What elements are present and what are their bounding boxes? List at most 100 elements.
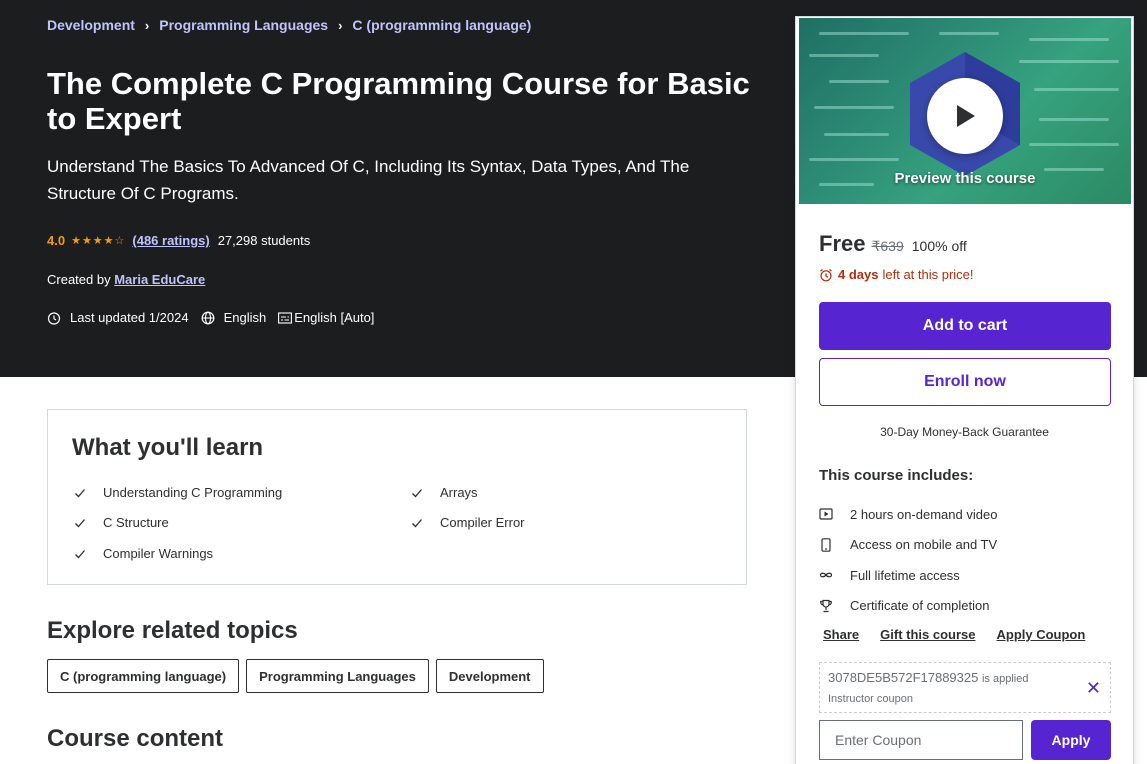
learn-item-text: Arrays	[440, 485, 478, 500]
check-icon	[412, 488, 422, 497]
discount-percent: 100% off	[911, 238, 967, 254]
what-you-learn: What you'll learn Understanding C Progra…	[47, 409, 747, 585]
preview-code-line	[1029, 38, 1109, 41]
alarm-clock-icon	[47, 311, 61, 325]
preview-code-line	[1039, 118, 1109, 121]
apply-button[interactable]: Apply	[1031, 720, 1111, 760]
captions-text: English [Auto]	[294, 310, 375, 325]
share-button[interactable]: Share	[823, 627, 859, 642]
price-row: Free ₹639 100% off	[819, 231, 967, 257]
created-by: Created by Maria EduCare	[47, 272, 205, 287]
rating-row: 4.0 ★★★★☆ (486 ratings) 27,298 students	[47, 233, 310, 248]
includes-list: 2 hours on-demand video Access on mobile…	[819, 499, 997, 621]
topic-c-language[interactable]: C (programming language)	[47, 659, 240, 693]
apply-coupon-link[interactable]: Apply Coupon	[997, 627, 1086, 642]
coupon-code-value: 3078DE5B572F17889325	[828, 670, 979, 685]
course-meta: Last updated 1/2024 English English [Aut…	[47, 310, 386, 325]
breadcrumb-development[interactable]: Development	[47, 17, 135, 33]
check-icon	[75, 549, 85, 558]
include-mobile-text: Access on mobile and TV	[850, 537, 998, 553]
preview-code-line	[1034, 88, 1119, 91]
close-icon[interactable]: ✕	[1086, 678, 1101, 699]
related-topics-title: Explore related topics	[47, 617, 298, 644]
list-item: Compiler Warnings	[74, 546, 213, 561]
timer-days: 4 days	[838, 267, 879, 282]
course-subtitle: Understand The Basics To Advanced Of C, …	[47, 157, 690, 203]
learn-title: What you'll learn	[72, 434, 264, 461]
page-title: The Complete C Programming Course for Ba…	[47, 66, 750, 136]
learn-item-text: Compiler Warnings	[103, 546, 214, 561]
breadcrumb: Development › Programming Languages › C …	[47, 17, 531, 33]
learn-item-text: Compiler Error	[440, 515, 525, 530]
timer-text: left at this price!	[882, 267, 974, 282]
check-icon	[75, 518, 85, 527]
card-actions: Share Gift this course Apply Coupon	[823, 627, 1106, 642]
list-item: Access on mobile and TV	[819, 530, 997, 561]
breadcrumb-c-language[interactable]: C (programming language)	[352, 17, 531, 33]
check-icon	[75, 488, 85, 497]
list-item: 2 hours on-demand video	[819, 499, 997, 530]
preview-code-line	[829, 80, 889, 83]
captions-icon	[278, 311, 293, 324]
star-rating-icon: ★★★★☆	[71, 235, 126, 247]
alarm-icon	[820, 268, 832, 281]
language: English	[201, 310, 267, 325]
preview-code-line	[819, 32, 909, 35]
captions: English [Auto]	[278, 310, 374, 325]
applied-coupon: 3078DE5B572F17889325 is applied Instruct…	[819, 662, 1111, 713]
list-item: Understanding C Programming	[74, 485, 282, 500]
price-timer: 4 days left at this price!	[819, 267, 974, 282]
check-icon	[412, 518, 422, 527]
learn-item-text: Understanding C Programming	[103, 485, 283, 500]
language-text: English	[223, 310, 267, 325]
preview-code-line	[1029, 143, 1119, 146]
chevron-right-icon: ›	[144, 17, 150, 33]
created-by-label: Created by	[47, 272, 111, 287]
include-lifetime-text: Full lifetime access	[850, 567, 960, 583]
list-item: C Structure	[74, 515, 169, 530]
preview-code-line	[809, 54, 879, 57]
topic-programming-languages[interactable]: Programming Languages	[246, 659, 429, 693]
video-icon	[819, 508, 833, 520]
include-video-text: 2 hours on-demand video	[850, 506, 998, 522]
preview-code-line	[814, 106, 894, 109]
purchase-card: Preview this course Free ₹639 100% off 4…	[795, 16, 1134, 764]
preview-label: Preview this course	[894, 170, 1036, 187]
list-item: Compiler Error	[411, 515, 525, 530]
list-item: Arrays	[411, 485, 478, 500]
course-preview[interactable]: Preview this course	[799, 18, 1131, 204]
original-price: ₹639	[871, 238, 904, 254]
list-item: Full lifetime access	[819, 560, 997, 591]
add-to-cart-button[interactable]: Add to cart	[819, 302, 1111, 350]
preview-code-line	[809, 158, 899, 161]
coupon-applied-text: is applied	[981, 673, 1029, 685]
course-page: Development › Programming Languages › C …	[0, 0, 1147, 764]
enroll-now-button[interactable]: Enroll now	[819, 358, 1111, 406]
play-icon	[957, 105, 975, 127]
preview-code-line	[1019, 60, 1119, 63]
current-price: Free	[819, 231, 866, 256]
preview-code-line	[824, 133, 889, 136]
instructor-link[interactable]: Maria EduCare	[114, 272, 205, 287]
include-certificate-text: Certificate of completion	[850, 598, 990, 614]
last-updated: Last updated 1/2024	[47, 310, 189, 325]
learn-item-text: C Structure	[103, 515, 169, 530]
preview-code-line	[939, 32, 999, 35]
coupon-type: Instructor coupon	[828, 693, 913, 705]
money-back-guarantee: 30-Day Money-Back Guarantee	[880, 425, 1049, 439]
rating-value: 4.0	[47, 233, 66, 248]
related-topics: C (programming language) Programming Lan…	[47, 659, 551, 693]
play-button[interactable]	[927, 78, 1003, 154]
last-updated-text: Last updated 1/2024	[70, 310, 189, 325]
topic-development[interactable]: Development	[435, 659, 544, 693]
infinity-icon	[819, 572, 833, 578]
trophy-icon	[820, 599, 832, 612]
coupon-input[interactable]	[819, 720, 1023, 760]
course-content-title: Course content	[47, 725, 224, 752]
students-count: 27,298 students	[217, 233, 311, 248]
gift-course-button[interactable]: Gift this course	[880, 627, 975, 642]
ratings-count-link[interactable]: (486 ratings)	[132, 233, 209, 248]
breadcrumb-programming-languages[interactable]: Programming Languages	[159, 17, 328, 33]
includes-title: This course includes:	[819, 467, 974, 484]
mobile-icon	[821, 537, 831, 552]
